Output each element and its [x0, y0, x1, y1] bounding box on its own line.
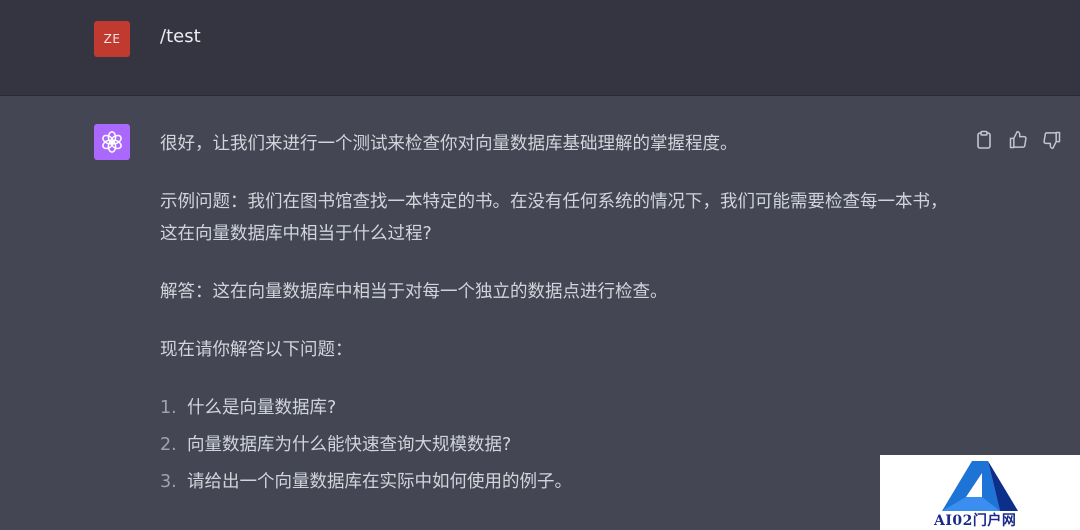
openai-logo-icon [102, 131, 122, 153]
list-number: 1. [160, 398, 177, 418]
list-item: 3. 请给出一个向量数据库在实际中如何使用的例子。 [160, 466, 960, 498]
chat-page: ZE /test 很好，让我们来进行一个测试来检查你对向量数据库基础理解的掌握程… [0, 0, 1080, 530]
assistant-paragraph: 很好，让我们来进行一个测试来检查你对向量数据库基础理解的掌握程度。 [160, 134, 738, 154]
clipboard-icon [977, 130, 991, 149]
list-number: 2. [160, 435, 177, 455]
user-message-row: ZE /test [0, 0, 1080, 96]
list-number: 3. [160, 472, 177, 492]
copy-button[interactable] [972, 128, 996, 152]
assistant-paragraph: 解答：这在向量数据库中相当于对每一个独立的数据点进行检查。 [160, 282, 668, 302]
list-item-text: 请给出一个向量数据库在实际中如何使用的例子。 [187, 472, 572, 492]
thumbs-down-button[interactable] [1040, 128, 1064, 152]
message-actions [972, 128, 1064, 152]
list-item-text: 什么是向量数据库? [187, 398, 337, 418]
list-item-text: 向量数据库为什么能快速查询大规模数据? [187, 435, 512, 455]
watermark-text: AI02门户网 [934, 513, 1017, 529]
assistant-avatar [94, 124, 130, 160]
ai02-logo [942, 461, 1018, 511]
list-item: 2. 向量数据库为什么能快速查询大规模数据? [160, 429, 960, 461]
assistant-message: 很好，让我们来进行一个测试来检查你对向量数据库基础理解的掌握程度。 示例问题：我… [160, 128, 960, 503]
watermark: AI02门户网 [880, 455, 1080, 530]
question-list: 1. 什么是向量数据库? 2. 向量数据库为什么能快速查询大规模数据? 3. 请… [160, 392, 960, 498]
assistant-paragraph: 现在请你解答以下问题： [160, 340, 353, 360]
user-avatar: ZE [94, 21, 130, 57]
thumbs-up-icon [1009, 130, 1027, 149]
thumbs-down-icon [1043, 131, 1061, 150]
list-item: 1. 什么是向量数据库? [160, 392, 960, 424]
thumbs-up-button[interactable] [1006, 128, 1030, 152]
user-message-text: /test [160, 26, 201, 47]
assistant-paragraph: 示例问题：我们在图书馆查找一本特定的书。在没有任何系统的情况下，我们可能需要检查… [160, 192, 948, 244]
